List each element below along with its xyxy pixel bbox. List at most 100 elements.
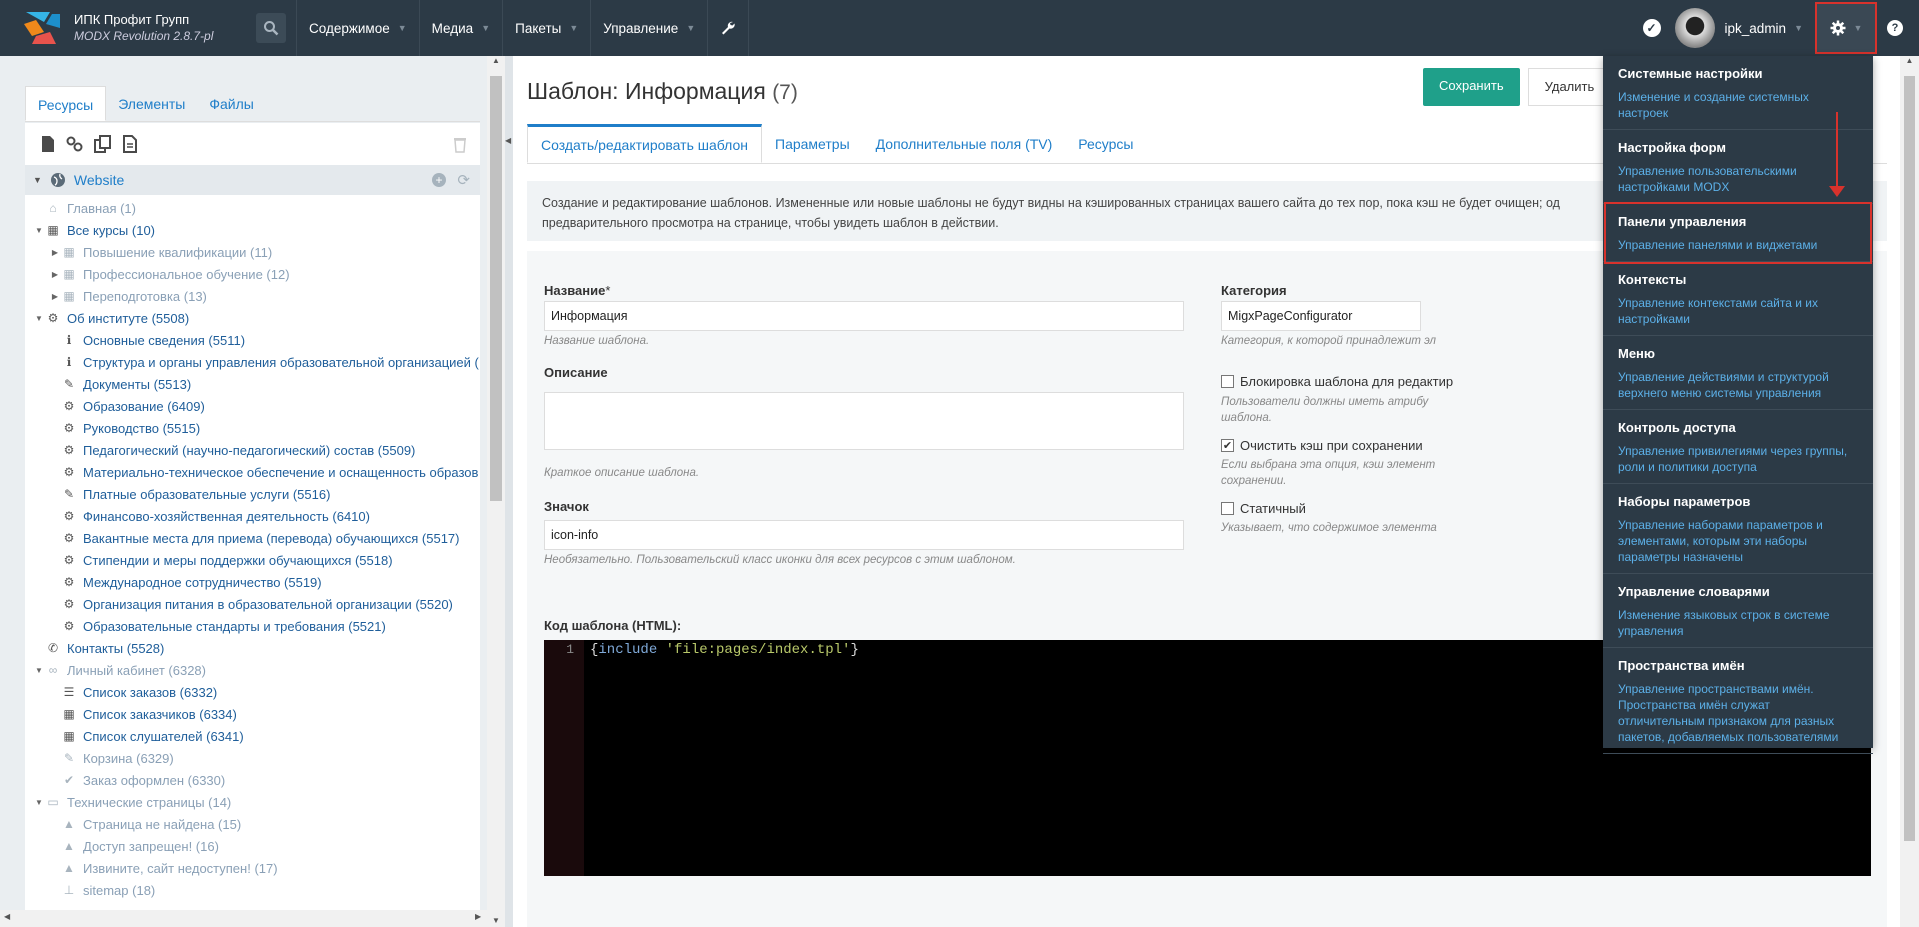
tab-resources[interactable]: Ресурсы: [25, 86, 107, 121]
tree-node[interactable]: ▲ Извините, сайт недоступен! (17): [25, 857, 480, 879]
tree-node[interactable]: ⚙ Стипендии и меры поддержки обучающихся …: [25, 549, 480, 571]
brand[interactable]: ИПК Профит Групп MODX Revolution 2.8.7-p…: [0, 0, 254, 56]
tree-node[interactable]: ✎ Корзина (6329): [25, 747, 480, 769]
tree-node[interactable]: ⚙ Образовательные стандарты и требования …: [25, 615, 480, 637]
chevron-right-icon[interactable]: ▶: [49, 248, 61, 257]
menu-manage[interactable]: Управление ▼: [591, 0, 709, 56]
tree-node[interactable]: ⚙ Финансово-хозяйственная деятельность (6…: [25, 505, 480, 527]
tab-elements[interactable]: Элементы: [106, 86, 197, 121]
tree-node[interactable]: ℹ Основные сведения (5511): [25, 329, 480, 351]
tree-node-label: Извините, сайт недоступен! (17): [83, 860, 278, 876]
tab-edit-template[interactable]: Создать/редактировать шаблон: [527, 124, 763, 163]
page-scrollbar[interactable]: ▲: [1900, 56, 1919, 927]
chevron-down-icon[interactable]: ▼: [33, 226, 45, 235]
tree-node[interactable]: ▲ Страница не найдена (15): [25, 813, 480, 835]
tree-node[interactable]: ☰ Список заказов (6332): [25, 681, 480, 703]
tree-node[interactable]: ✆ Контакты (5528): [25, 637, 480, 659]
scroll-right-icon[interactable]: ▶: [475, 912, 481, 921]
tab-files[interactable]: Файлы: [197, 86, 265, 121]
chevron-down-icon[interactable]: ▼: [33, 666, 45, 675]
refresh-icon[interactable]: ⟳: [457, 171, 470, 189]
category-select[interactable]: MigxPageConfigurator: [1221, 301, 1421, 331]
scroll-thumb[interactable]: [490, 76, 502, 501]
tree-node[interactable]: ⚙ Международное сотрудничество (5519): [25, 571, 480, 593]
dropdown-item[interactable]: Меню Управление действиями и структурой в…: [1603, 336, 1873, 410]
menu-tools[interactable]: [708, 0, 750, 56]
scroll-up-icon[interactable]: ▲: [1900, 56, 1919, 65]
dropdown-item[interactable]: Пространства имён Управление пространства…: [1603, 648, 1873, 754]
menu-packages[interactable]: Пакеты ▼: [503, 0, 592, 56]
static-resource-icon[interactable]: [122, 135, 138, 153]
weblink-icon[interactable]: [66, 135, 84, 153]
tree-node[interactable]: ⚙ Педагогический (научно-педагогический) …: [25, 439, 480, 461]
lock-checkbox[interactable]: Блокировка шаблона для редактир: [1221, 374, 1453, 389]
name-field[interactable]: Информация: [544, 301, 1184, 331]
scroll-up-icon[interactable]: ▲: [487, 56, 505, 65]
dropdown-item[interactable]: Управление словарями Изменение языковых с…: [1603, 574, 1873, 648]
left-scrollbar[interactable]: ▲ ▼: [487, 56, 505, 927]
checkbox-box[interactable]: [1221, 502, 1234, 515]
dropdown-item[interactable]: Контексты Управление контекстами сайта и …: [1603, 262, 1873, 336]
tree-node[interactable]: ⚙ Образование (6409): [25, 395, 480, 417]
page-scroll-thumb[interactable]: [1904, 76, 1915, 841]
tree-node[interactable]: ▲ Доступ запрещен! (16): [25, 835, 480, 857]
delete-button[interactable]: Удалить: [1527, 68, 1612, 106]
settings-menu-button[interactable]: ▼: [1815, 2, 1877, 54]
add-context-icon[interactable]: +: [432, 173, 446, 187]
tree-node[interactable]: ▦ Список слушателей (6341): [25, 725, 480, 747]
tree-node[interactable]: ▶ ▦ Повышение квалификации (11): [25, 241, 480, 263]
checkbox-checked[interactable]: ✔: [1221, 439, 1234, 452]
chevron-down-icon[interactable]: ▼: [33, 798, 45, 807]
horizontal-scrollbar[interactable]: ◀ ▶: [0, 910, 490, 927]
tree-node[interactable]: ▶ ▦ Профессиональное обучение (12): [25, 263, 480, 285]
collapse-panel-handle[interactable]: ◀: [505, 56, 513, 927]
dropdown-item[interactable]: Наборы параметров Управление наборами пар…: [1603, 484, 1873, 574]
symlink-icon[interactable]: [94, 135, 112, 153]
tree-node[interactable]: ⌂ Главная (1): [25, 197, 480, 219]
username[interactable]: ipk_admin: [1725, 21, 1787, 36]
tree-node[interactable]: ▼ ⚙ Об институте (5508): [25, 307, 480, 329]
tree-node[interactable]: ⚙ Организация питания в образовательной о…: [25, 593, 480, 615]
tree-node[interactable]: ⊥ sitemap (18): [25, 879, 480, 901]
tab-tvs[interactable]: Дополнительные поля (TV): [863, 124, 1066, 163]
code-line[interactable]: {include 'file:pages/index.tpl'}: [590, 642, 859, 658]
tree-node[interactable]: ▶ ▦ Переподготовка (13): [25, 285, 480, 307]
trash-icon[interactable]: [452, 135, 468, 153]
tree-node[interactable]: ▼ ∞ Личный кабинет (6328): [25, 659, 480, 681]
help-icon[interactable]: ?: [1887, 20, 1903, 36]
tree-node[interactable]: ℹ Структура и органы управления образоват…: [25, 351, 480, 373]
warning-icon: ▲: [63, 861, 75, 875]
tree-node[interactable]: ✔ Заказ оформлен (6330): [25, 769, 480, 791]
icon-field[interactable]: icon-info: [544, 520, 1184, 550]
new-document-icon[interactable]: [40, 135, 56, 153]
tab-resources[interactable]: Ресурсы: [1065, 124, 1146, 163]
tree-node[interactable]: ⚙ Руководство (5515): [25, 417, 480, 439]
scroll-left-icon[interactable]: ◀: [4, 912, 10, 921]
tree-root[interactable]: ▼ Website + ⟳: [25, 165, 480, 195]
chevron-right-icon[interactable]: ▶: [49, 270, 61, 279]
clear-cache-checkbox[interactable]: ✔ Очистить кэш при сохранении: [1221, 438, 1423, 453]
tree-node[interactable]: ▦ Список заказчиков (6334): [25, 703, 480, 725]
tree-node[interactable]: ✎ Платные образовательные услуги (5516): [25, 483, 480, 505]
checkbox-box[interactable]: [1221, 375, 1234, 388]
save-button[interactable]: Сохранить: [1423, 68, 1520, 106]
check-icon[interactable]: ✓: [1642, 19, 1661, 37]
static-checkbox[interactable]: Статичный: [1221, 501, 1306, 516]
dropdown-item[interactable]: Контроль доступа Управление привилегиями …: [1603, 410, 1873, 484]
menu-content[interactable]: Содержимое ▼: [297, 0, 420, 56]
tree-node[interactable]: ✎ Документы (5513): [25, 373, 480, 395]
search-button[interactable]: [256, 13, 286, 43]
chevron-down-icon[interactable]: ▼: [33, 314, 45, 323]
desc-label: Описание: [544, 365, 608, 380]
tree-node[interactable]: ▼ ▭ Технические страницы (14): [25, 791, 480, 813]
tab-properties[interactable]: Параметры: [762, 124, 863, 163]
chevron-right-icon[interactable]: ▶: [49, 292, 61, 301]
tree-node[interactable]: ⚙ Вакантные места для приема (перевода) о…: [25, 527, 480, 549]
menu-media[interactable]: Медиа ▼: [420, 0, 504, 56]
chevron-down-icon[interactable]: ▼: [33, 175, 42, 185]
dropdown-item[interactable]: Системные настройки Изменение и создание …: [1603, 56, 1873, 130]
tree-node[interactable]: ⚙ Материально-техническое обеспечение и о…: [25, 461, 480, 483]
tree-node[interactable]: ▼ ▦ Все курсы (10): [25, 219, 480, 241]
description-field[interactable]: [544, 392, 1184, 450]
avatar[interactable]: [1674, 8, 1715, 48]
